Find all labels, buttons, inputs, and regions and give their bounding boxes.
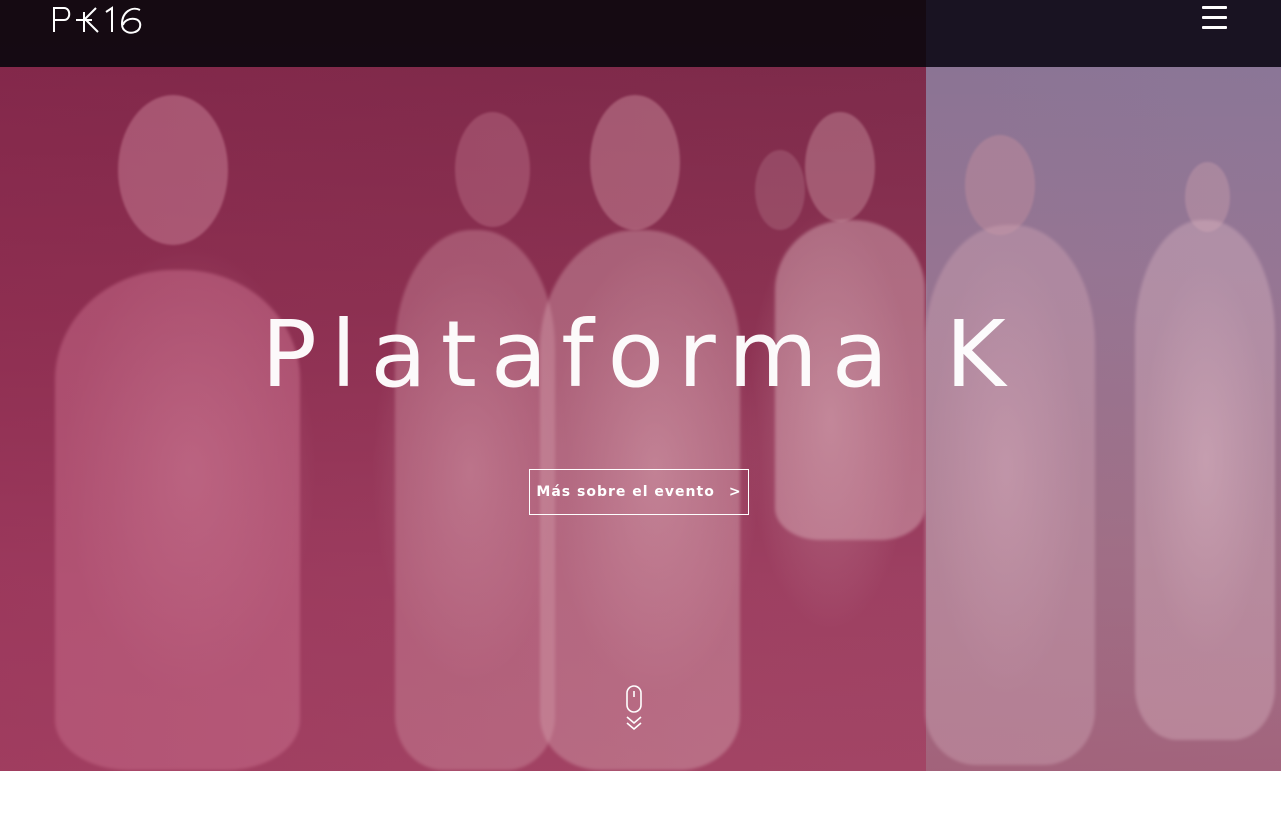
hero-section: Plataforma K Más sobre el evento > — [0, 0, 1281, 771]
brand-logo[interactable] — [52, 2, 152, 36]
pk16-logo-icon — [53, 6, 142, 34]
top-navigation-bar — [0, 0, 1281, 67]
page: Plataforma K Más sobre el evento > — [0, 0, 1281, 831]
hero-title: Plataforma K — [0, 300, 1281, 410]
chevron-right-icon: > — [728, 484, 742, 500]
mouse-scroll-down-icon[interactable] — [625, 685, 643, 733]
content-section — [0, 771, 1281, 831]
more-about-event-label: Más sobre el evento — [536, 484, 715, 500]
hero-title-text: Plataforma K — [261, 301, 1020, 408]
hamburger-menu-icon[interactable] — [1196, 2, 1232, 34]
more-about-event-button[interactable]: Más sobre el evento > — [529, 469, 749, 515]
